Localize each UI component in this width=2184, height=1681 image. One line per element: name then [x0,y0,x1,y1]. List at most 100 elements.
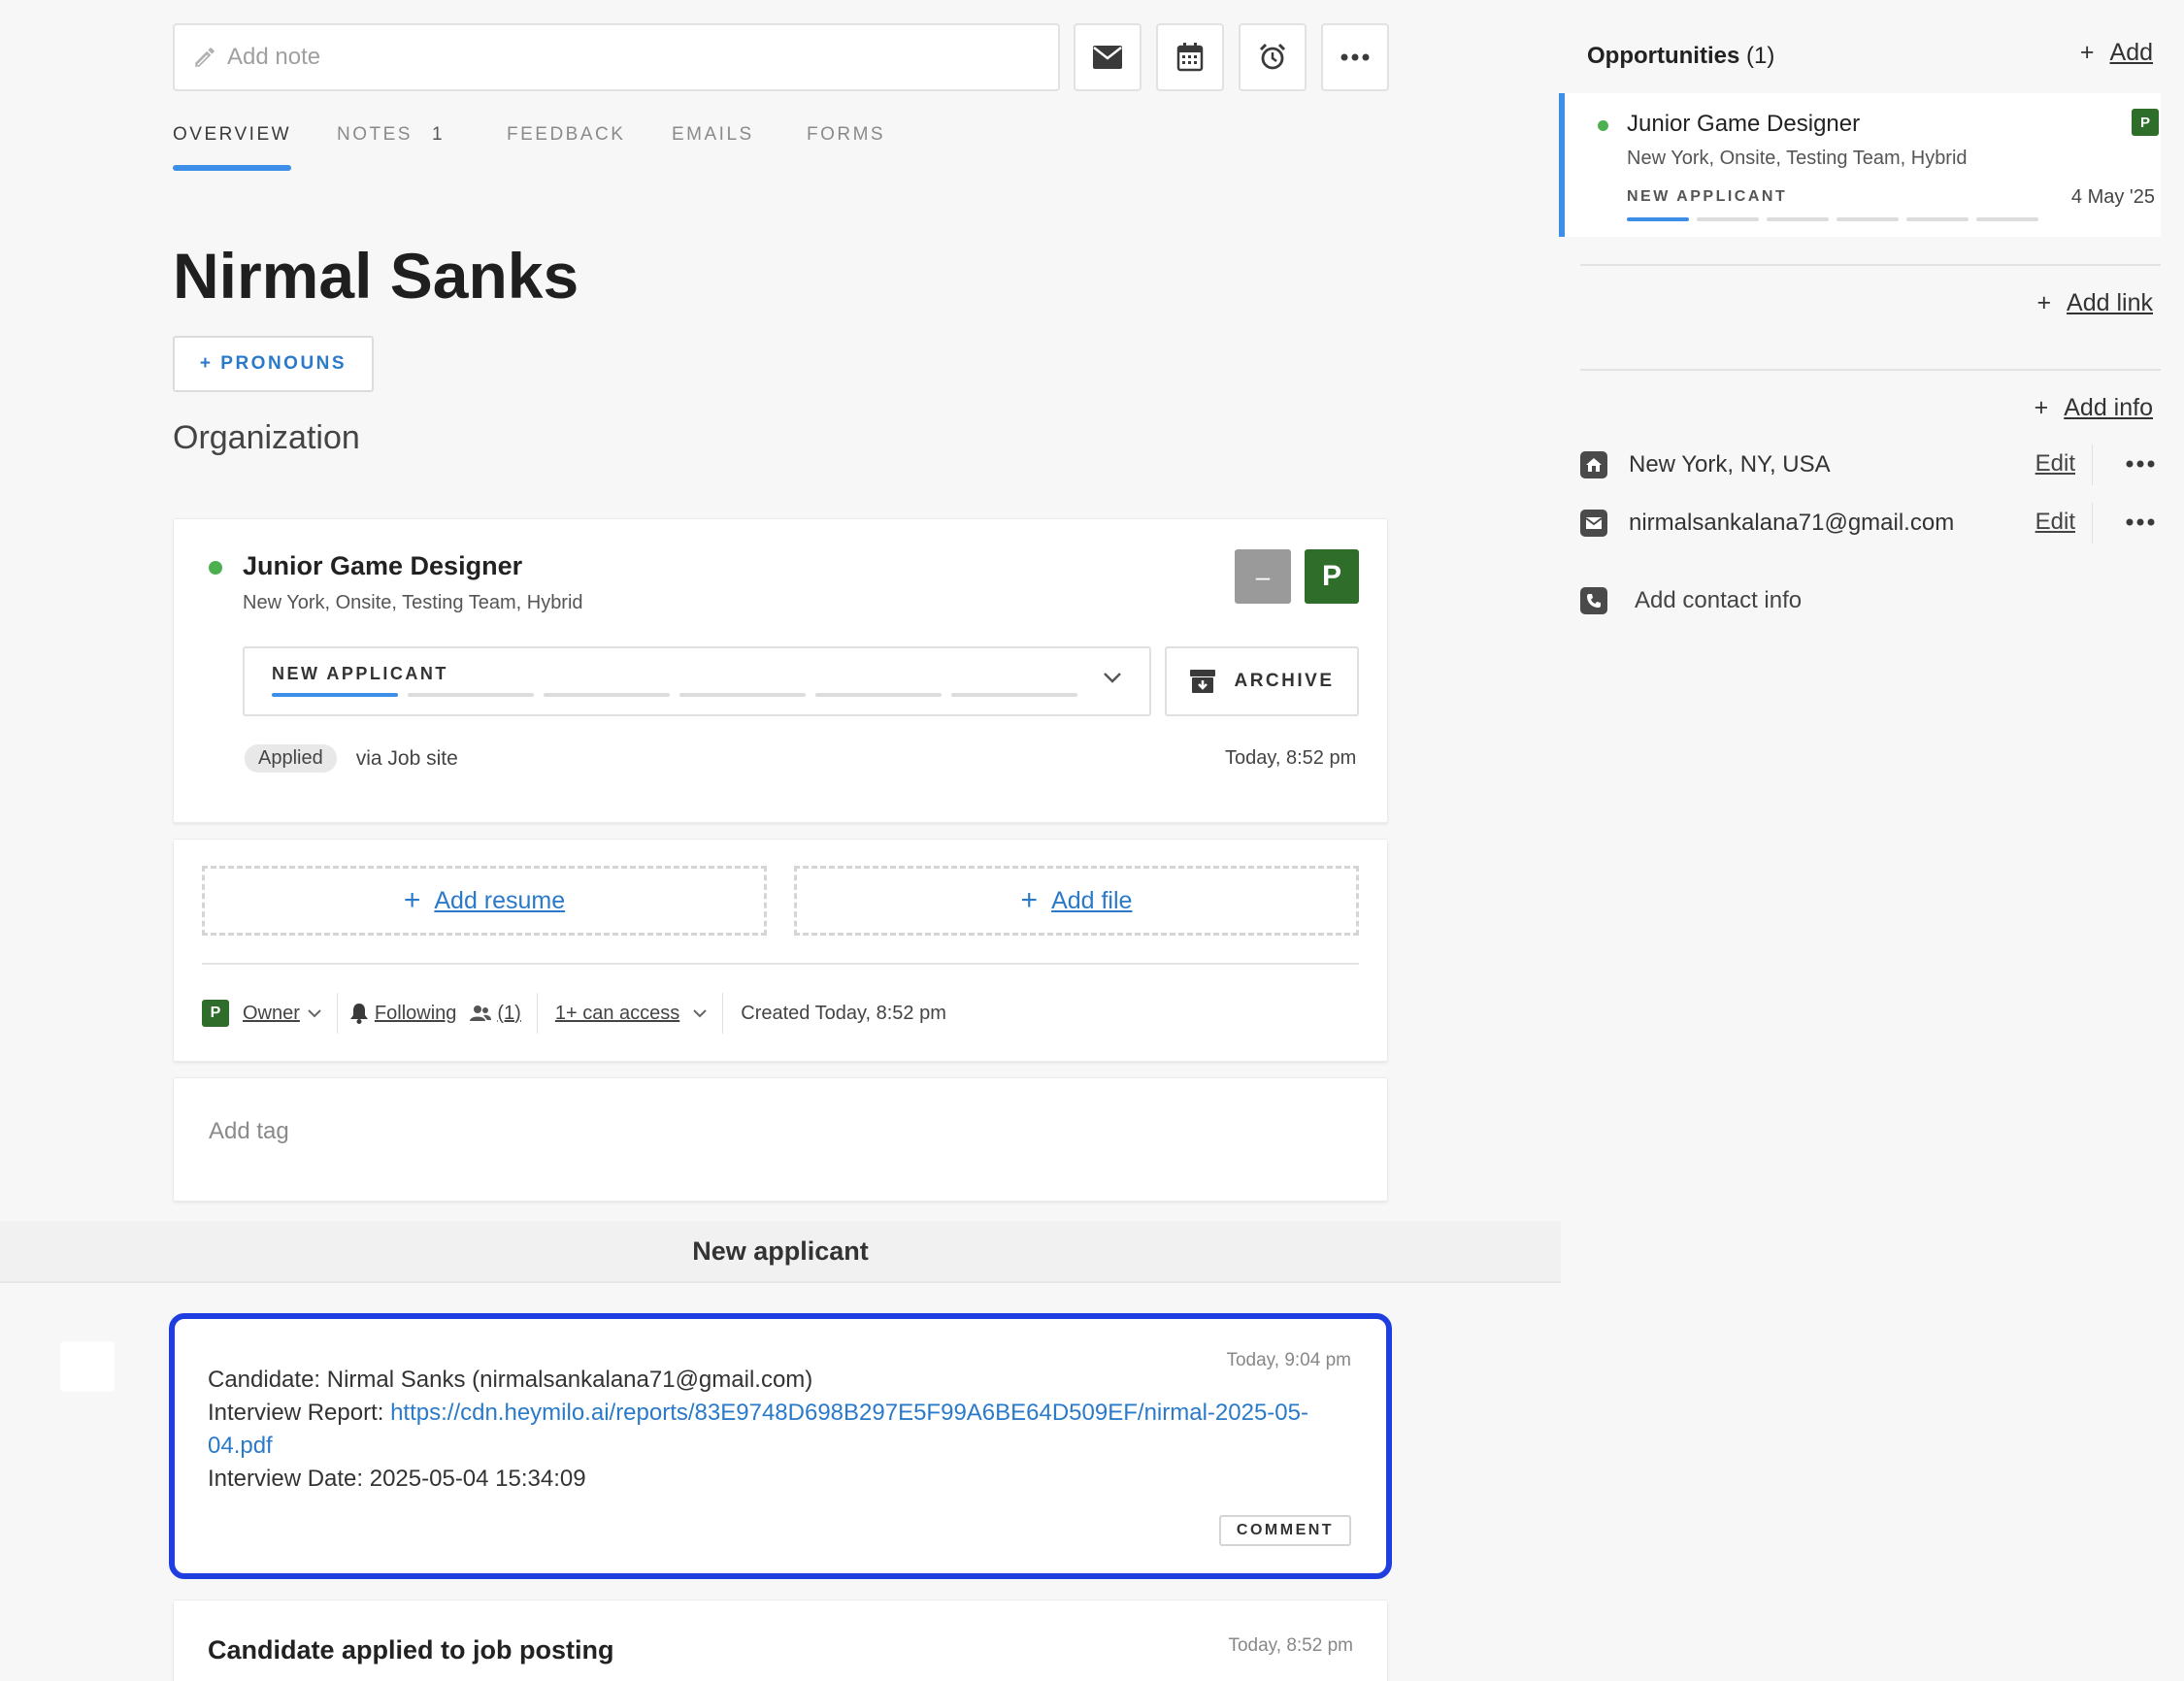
send-email-button[interactable] [1074,23,1142,91]
tab-emails[interactable]: EMAILS [672,124,754,177]
stage-progress-segment [1767,217,1829,221]
pencil-icon [192,45,217,70]
section-title: New applicant [692,1236,869,1266]
edit-email-link[interactable]: Edit [2035,509,2075,536]
alarm-icon [1258,43,1287,72]
tab-label: FEEDBACK [507,124,626,145]
email-text[interactable]: nirmalsankalana71@gmail.com [1629,510,1954,537]
job-title[interactable]: Junior Game Designer [243,551,522,581]
note-timestamp: Today, 9:04 pm [1226,1350,1351,1370]
calendar-icon [1176,43,1204,72]
reminder-button[interactable] [1239,23,1307,91]
owner-avatar[interactable]: P [1305,549,1359,604]
divider [336,993,338,1034]
opportunities-count: (1) [1746,43,1775,69]
note-line-candidate: Candidate: Nirmal Sanks (nirmalsankalana… [208,1367,813,1393]
add-label: Add [2109,39,2153,66]
edit-location-link[interactable]: Edit [2035,450,2075,478]
access-dropdown[interactable]: 1+ can access [555,1003,679,1025]
comment-button[interactable]: COMMENT [1219,1515,1351,1546]
minimize-button[interactable]: – [1235,549,1291,604]
add-note-field[interactable] [173,23,1060,91]
archive-button[interactable]: ARCHIVE [1165,646,1359,716]
applied-timestamp: Today, 8:52 pm [1225,747,1357,769]
add-resume-label: Add resume [434,886,566,914]
stage-progress-segment [815,693,942,697]
report-link-continued[interactable]: 04.pdf [208,1430,273,1463]
tab-label: OVERVIEW [173,124,292,145]
stage-progress-segment [679,693,806,697]
created-text: Created Today, 8:52 pm [741,1002,946,1024]
tab-overview[interactable]: OVERVIEW [173,124,292,177]
email-row: nirmalsankalana71@gmail.com Edit [1580,503,2161,544]
phone-icon [1580,587,1607,614]
note-line-report: Interview Report: https://cdn.heymilo.ai… [208,1397,1353,1430]
opportunity-date: 4 May '25 [2070,186,2155,208]
followers-icon [470,1005,492,1022]
opportunity-summary-card[interactable]: Junior Game Designer New York, Onsite, T… [1559,93,2161,237]
stage-progress-segment [951,693,1077,697]
email-more-button[interactable] [2126,518,2155,526]
followers-count[interactable]: (1) [497,1003,520,1025]
add-info-button[interactable]: + Add info [2035,394,2153,422]
add-contact-row[interactable]: Add contact info [1580,584,1802,617]
more-actions-button[interactable] [1321,23,1389,91]
opportunities-heading: Opportunities (1) [1587,43,1774,70]
following-toggle[interactable]: Following [375,1003,456,1025]
stage-select[interactable]: NEW APPLICANT [243,646,1151,716]
report-link[interactable]: https://cdn.heymilo.ai/reports/83E9748D6… [390,1400,1308,1426]
add-info-label: Add info [2064,394,2153,421]
active-tab-indicator [173,165,292,171]
stage-progress-segment [272,693,398,697]
plus-icon: + [2079,39,2095,66]
timeline-section-header: New applicant [0,1221,1561,1283]
opportunities-title: Opportunities [1587,43,1740,69]
status-dot [209,561,222,575]
schedule-button[interactable] [1156,23,1224,91]
add-pronouns-button[interactable]: + PRONOUNS [173,336,374,392]
more-icon [1340,53,1370,61]
event-title: Candidate applied to job posting [208,1635,614,1665]
tab-notes[interactable]: NOTES 1 [337,124,443,177]
note-avatar [60,1341,115,1392]
tab-feedback[interactable]: FEEDBACK [507,124,625,177]
add-resume-button[interactable]: + Add resume [202,866,767,936]
stage-label: NEW APPLICANT [272,664,448,683]
divider [2092,503,2093,544]
archive-icon [1189,668,1216,695]
event-entry: Candidate applied to job posting Today, … [173,1599,1388,1681]
mail-icon [1092,45,1123,70]
divider [202,963,1359,965]
add-link-button[interactable]: + Add link [2036,289,2153,317]
owner-avatar-small: P [202,1000,229,1027]
location-more-button[interactable] [2126,460,2155,468]
plus-icon: + [403,884,421,916]
stage-progress-segment [1976,217,2038,221]
add-note-input[interactable] [227,44,1058,71]
owner-dropdown[interactable]: Owner [243,1003,300,1025]
add-file-button[interactable]: + Add file [794,866,1359,936]
location-row: New York, NY, USA Edit [1580,445,2161,485]
tab-label: FORMS [807,124,886,145]
add-file-label: Add file [1051,886,1133,914]
event-timestamp: Today, 8:52 pm [1228,1635,1353,1656]
chevron-down-icon [308,1008,321,1018]
add-link-label: Add link [2067,289,2153,316]
organization-field[interactable]: Organization [173,419,360,457]
source-text: via Job site [355,746,458,770]
plus-icon: + [2036,289,2052,316]
add-contact-label: Add contact info [1635,587,1803,613]
tab-forms[interactable]: FORMS [807,124,885,177]
status-dot [1598,120,1608,131]
divider [536,993,538,1034]
chevron-down-icon [693,1008,707,1018]
stage-progress-segment [408,693,534,697]
add-opportunity-button[interactable]: + Add [2080,39,2153,67]
divider [2092,445,2093,485]
add-tag-input[interactable]: Add tag [209,1118,289,1145]
plus-icon: + [2034,394,2049,421]
opportunity-stage: NEW APPLICANT [1627,188,1788,205]
tab-label: NOTES [337,124,413,145]
opportunity-title: Junior Game Designer [1627,111,1861,137]
owner-avatar-small: P [2132,109,2159,136]
